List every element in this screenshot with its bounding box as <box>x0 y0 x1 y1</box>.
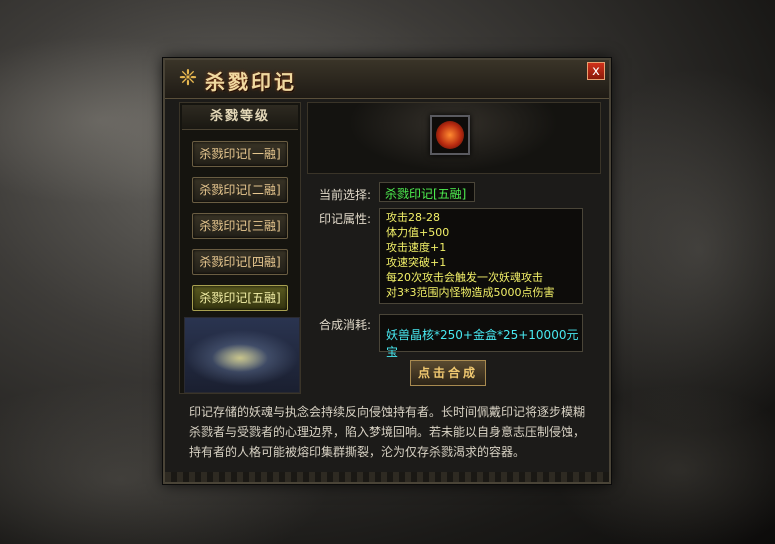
cost-label: 合成消耗: <box>319 318 372 332</box>
level-button-1[interactable]: 杀戮印记[一融] <box>192 141 288 167</box>
seal-item-slot[interactable] <box>430 115 470 155</box>
level-button-4[interactable]: 杀戮印记[四融] <box>192 249 288 275</box>
level-button-5[interactable]: 杀戮印记[五融] <box>192 285 288 311</box>
ornate-border <box>165 472 609 482</box>
close-button[interactable]: x <box>587 62 605 80</box>
cost-value: 妖兽晶核*250+金盒*25+10000元宝 <box>386 328 579 359</box>
window-title: 杀戮印记 <box>205 70 297 94</box>
attribute-line: 攻速突破+1 <box>386 256 447 269</box>
claw-emblem-icon: ❈ <box>178 66 198 91</box>
attribute-line: 攻击28-28 <box>386 211 440 224</box>
lore-description: 印记存储的妖魂与执念会持续反向侵蚀持有者。长时间佩戴印记将逐步模糊杀戮者与受戮者… <box>189 405 586 459</box>
attribute-line: 攻击速度+1 <box>386 241 447 254</box>
level-button-3[interactable]: 杀戮印记[三融] <box>192 213 288 239</box>
attribute-line: 每20次攻击会触发一次妖魂攻击 <box>386 271 543 284</box>
seal-display-area <box>307 102 601 174</box>
attribute-line: 对3*3范围内怪物造成5000点伤害 <box>386 286 555 299</box>
current-selection-value: 杀戮印记[五融] <box>385 187 467 201</box>
level-list-header: 杀戮等级 <box>182 105 298 130</box>
title-bar[interactable]: ❈ 杀戮印记 x <box>165 60 609 99</box>
attribute-label: 印记属性: <box>319 212 372 226</box>
attribute-line: 体力值+500 <box>386 226 450 239</box>
cost-box: 妖兽晶核*250+金盒*25+10000元宝 <box>379 314 583 359</box>
attribute-box: 攻击28-28 体力值+500 攻击速度+1 攻速突破+1 每20次攻击会触发一… <box>379 208 583 304</box>
level-list-panel: 杀戮等级 杀戮印记[一融] 杀戮印记[二融] 杀戮印记[三融] 杀戮印记[四融]… <box>179 102 301 394</box>
level-button-2[interactable]: 杀戮印记[二融] <box>192 177 288 203</box>
dream-scene-image <box>184 317 300 393</box>
synthesize-button[interactable]: 点击合成 <box>410 360 486 386</box>
current-selection-label: 当前选择: <box>319 188 372 202</box>
kill-seal-window: ❈ 杀戮印记 x 杀戮等级 杀戮印记[一融] 杀戮印记[二融] 杀戮印记[三融]… <box>163 58 611 484</box>
flame-skull-icon <box>436 121 464 149</box>
current-selection-box: 杀戮印记[五融] <box>379 182 475 202</box>
